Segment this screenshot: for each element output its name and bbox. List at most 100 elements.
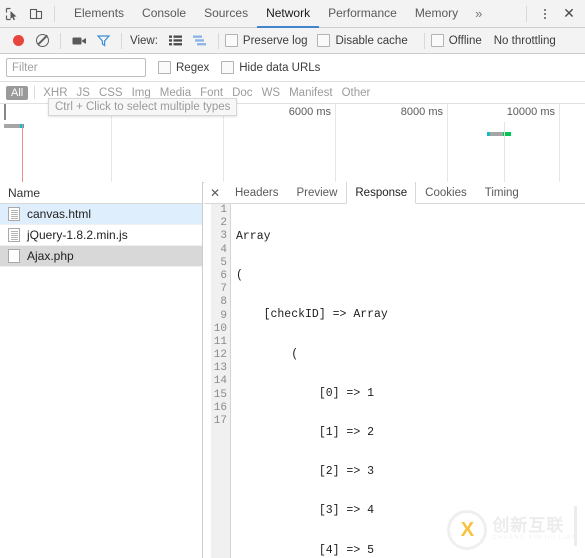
disable-cache-checkbox[interactable]	[317, 34, 331, 47]
request-row-jquery[interactable]: jQuery-1.8.2.min.js	[0, 225, 202, 246]
throttling-select[interactable]: No throttling	[494, 35, 556, 47]
hide-data-urls-option[interactable]: Hide data URLs	[221, 61, 320, 74]
line-number-gutter: 1 2 3 4 5 6 7 8 9 10 11 12 13 14 15 16 1…	[211, 204, 231, 558]
overview-request-bar	[4, 124, 24, 128]
line-number: 16	[213, 401, 227, 414]
waterfall-view-icon[interactable]	[188, 29, 212, 53]
regex-label: Regex	[176, 61, 210, 74]
document-icon	[8, 207, 20, 221]
type-filter-all[interactable]: All	[6, 85, 29, 100]
line-number: 12	[213, 349, 227, 362]
filter-input[interactable]	[6, 58, 146, 77]
preserve-log-option[interactable]: Preserve log	[224, 34, 308, 47]
type-filter-css[interactable]: CSS	[99, 87, 123, 99]
code-line: [3] => 4	[236, 504, 375, 518]
hide-data-urls-checkbox[interactable]	[221, 61, 235, 74]
net-divider-3	[217, 32, 219, 49]
line-number: 3	[220, 230, 227, 243]
inspect-cursor-icon[interactable]	[0, 2, 24, 26]
timeline-tick: 12000	[560, 104, 585, 182]
timeline-tick: 6000 ms	[224, 104, 336, 182]
type-filter-media[interactable]: Media	[160, 87, 191, 99]
preserve-log-label: Preserve log	[242, 34, 308, 47]
type-divider	[34, 86, 36, 99]
response-code: Array ( [checkID] => Array ( [0] => 1 [1…	[236, 204, 576, 558]
timeline-tick-label: 10000 ms	[506, 106, 555, 118]
type-filter-doc[interactable]: Doc	[232, 87, 252, 99]
view-label: View:	[130, 34, 158, 47]
line-number: 8	[220, 296, 227, 309]
tab-memory[interactable]: Memory	[406, 0, 467, 28]
tab-headers[interactable]: Headers	[226, 182, 287, 203]
tab-response[interactable]: Response	[346, 182, 417, 204]
offline-checkbox[interactable]	[430, 34, 444, 47]
line-number: 9	[220, 309, 227, 322]
timeline-tick-label: 6000 ms	[288, 106, 331, 118]
close-detail-icon[interactable]: ✕	[204, 182, 226, 203]
request-list-header[interactable]: Name	[0, 182, 202, 204]
type-filter-img[interactable]: Img	[132, 87, 151, 99]
detail-tabs: ✕ Headers Preview Response Cookies Timin…	[204, 182, 585, 204]
regex-option[interactable]: Regex	[158, 61, 209, 74]
offline-label: Offline	[448, 34, 482, 47]
net-divider-2	[121, 32, 122, 49]
code-line: [0] => 1	[236, 386, 375, 400]
record-button-icon[interactable]	[6, 29, 30, 53]
response-body-view[interactable]: 1 2 3 4 5 6 7 8 9 10 11 12 13 14 15 16 1…	[204, 204, 585, 558]
net-divider-4	[423, 32, 425, 49]
line-number: 14	[213, 375, 227, 388]
more-tabs-icon[interactable]: »	[467, 0, 490, 28]
disable-cache-option[interactable]: Disable cache	[317, 34, 408, 47]
overview-left-edge	[4, 104, 6, 120]
line-number: 4	[220, 243, 227, 256]
type-filter-other[interactable]: Other	[342, 87, 371, 99]
tab-console[interactable]: Console	[133, 0, 195, 28]
dom-content-loaded-marker	[22, 124, 23, 182]
line-number: 17	[213, 415, 227, 427]
main-toolbar: Elements Console Sources Network Perform…	[0, 0, 585, 28]
request-row-canvas-html[interactable]: canvas.html	[0, 204, 202, 225]
code-line: (	[236, 269, 243, 283]
kebab-menu-icon[interactable]	[533, 2, 557, 26]
main-toolbar-right: ✕	[520, 0, 585, 28]
tab-network[interactable]: Network	[257, 0, 320, 28]
preserve-log-checkbox[interactable]	[224, 34, 238, 47]
code-line: (	[236, 347, 299, 361]
line-number: 1	[220, 204, 227, 216]
type-filter-js[interactable]: JS	[77, 87, 90, 99]
request-list-pane: Name canvas.html jQuery-1.8.2.min.js Aja…	[0, 182, 203, 558]
timeline-tick-label: 8000 ms	[400, 106, 443, 118]
tab-performance[interactable]: Performance	[319, 0, 406, 28]
close-icon[interactable]: ✕	[557, 2, 581, 26]
device-toolbar-icon[interactable]	[24, 2, 48, 26]
tab-elements[interactable]: Elements	[65, 0, 133, 28]
line-number: 7	[220, 283, 227, 296]
offline-option[interactable]: Offline	[430, 34, 482, 47]
line-number: 15	[213, 388, 227, 401]
devtools-window: Elements Console Sources Network Perform…	[0, 0, 585, 558]
type-filter-ws[interactable]: WS	[262, 87, 281, 99]
camera-icon[interactable]	[67, 29, 91, 53]
blank-document-icon	[8, 249, 20, 263]
tab-sources[interactable]: Sources	[195, 0, 257, 28]
request-detail-pane: ✕ Headers Preview Response Cookies Timin…	[204, 182, 585, 558]
tab-preview[interactable]: Preview	[287, 182, 346, 203]
type-filter-manifest[interactable]: Manifest	[289, 87, 332, 99]
tab-timing[interactable]: Timing	[476, 182, 528, 203]
toolbar-divider	[54, 5, 55, 22]
request-row-ajax-php[interactable]: Ajax.php	[0, 246, 202, 267]
request-name: canvas.html	[27, 207, 92, 221]
devtools-tabs: Elements Console Sources Network Perform…	[65, 0, 490, 28]
line-number: 5	[220, 256, 227, 269]
line-number: 6	[220, 269, 227, 282]
code-line: Array	[236, 230, 271, 243]
clear-button-icon[interactable]	[30, 29, 54, 53]
regex-checkbox[interactable]	[158, 61, 171, 74]
code-line: [4] => 5	[236, 543, 375, 557]
code-line: [checkID] => Array	[236, 308, 388, 322]
tab-cookies[interactable]: Cookies	[416, 182, 476, 203]
list-view-icon[interactable]	[164, 29, 188, 53]
type-filter-font[interactable]: Font	[200, 87, 223, 99]
type-filter-xhr[interactable]: XHR	[43, 87, 67, 99]
funnel-icon[interactable]	[91, 29, 115, 53]
